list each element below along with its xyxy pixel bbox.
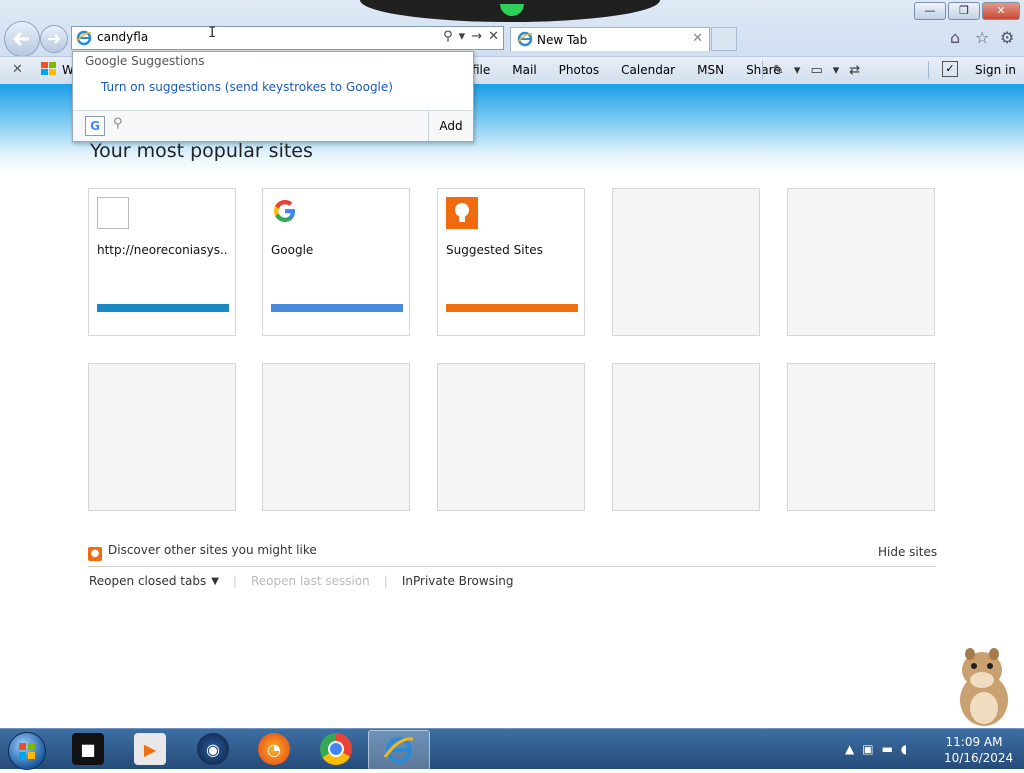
empty-site-tile <box>88 363 236 511</box>
link-mail[interactable]: Mail <box>512 63 536 77</box>
ie-taskbar-button[interactable] <box>368 730 430 770</box>
start-button[interactable] <box>8 732 46 770</box>
link-calendar[interactable]: Calendar <box>621 63 675 77</box>
search-provider-footer: G ⚲ Add <box>73 110 473 141</box>
clock[interactable]: 11:09 AM 10/16/2024 <box>944 734 1014 766</box>
back-button[interactable] <box>4 21 40 57</box>
favorites-links: file Mail Photos Calendar MSN Share <box>472 63 803 77</box>
ie-tab-icon <box>517 31 533 51</box>
site-tile[interactable]: http://neoreconiasys.... <box>88 188 236 336</box>
window-controls: — ❐ ✕ <box>914 2 1020 20</box>
empty-site-tile <box>787 363 935 511</box>
discover-text: Discover other sites you might like <box>108 543 317 557</box>
separator <box>928 61 929 79</box>
empty-site-tile <box>437 363 585 511</box>
magnifier-icon[interactable]: ⚲ <box>113 116 123 131</box>
clock-time: 11:09 AM <box>945 735 1003 749</box>
hamster-image <box>940 640 1020 728</box>
back-arrow-icon <box>13 32 29 46</box>
system-tray: ▲ ▣ ▬ ◖ <box>845 742 907 756</box>
text-cursor-icon: I <box>208 25 217 41</box>
home-icon[interactable]: ⌂ <box>950 28 960 47</box>
clock-date: 10/16/2024 <box>944 751 1014 765</box>
separator: | <box>383 574 388 588</box>
tab-new-tab[interactable]: New Tab ✕ <box>510 27 710 51</box>
favorites-star-icon[interactable]: ☆ <box>975 28 989 47</box>
tray-expand-icon[interactable]: ▲ <box>845 742 854 756</box>
reopen-last-session-link: Reopen last session <box>250 574 370 588</box>
close-bar-icon[interactable]: ✕ <box>12 62 23 77</box>
green-glow <box>500 4 524 16</box>
link-photos[interactable]: Photos <box>559 63 599 77</box>
site-tile[interactable]: Google <box>262 188 410 336</box>
empty-site-tile <box>787 188 935 336</box>
tab-label: New Tab <box>537 33 588 47</box>
blank-site-icon <box>97 197 129 229</box>
site-tile-bar <box>446 304 578 312</box>
chrome-icon[interactable] <box>320 733 352 765</box>
forward-arrow-icon <box>48 34 61 44</box>
checkbox-icon[interactable]: ✓ <box>942 61 958 77</box>
site-tile-name: Google <box>271 243 314 257</box>
hide-sites-link[interactable]: Hide sites <box>878 545 937 559</box>
site-tile-bar <box>271 304 403 312</box>
suggestions-dropdown: Google Suggestions Turn on suggestions (… <box>72 51 474 142</box>
ie-page-icon <box>76 30 92 50</box>
lightbulb-icon: ● <box>88 547 102 561</box>
restore-button[interactable]: ❐ <box>948 2 980 20</box>
firefox-icon[interactable]: ◔ <box>258 733 290 765</box>
separator <box>762 61 763 79</box>
stop-icon[interactable]: ✕ <box>488 29 499 44</box>
empty-site-tile <box>612 188 760 336</box>
go-icon[interactable]: → <box>471 29 482 44</box>
terminal-app-icon[interactable]: ■ <box>72 733 104 765</box>
internet-explorer-icon <box>383 737 414 763</box>
chevron-down-icon[interactable]: ▾ <box>794 63 801 78</box>
site-tile-name: Suggested Sites <box>446 243 543 257</box>
site-tile[interactable]: Suggested Sites <box>437 188 585 336</box>
gear-icon[interactable]: ⚙ <box>1000 28 1014 47</box>
separator: | <box>232 574 237 588</box>
forward-button[interactable] <box>40 25 68 53</box>
minimize-button[interactable]: — <box>914 2 946 20</box>
address-bar[interactable]: candyfla ⚲ ▾ → ✕ <box>71 26 504 50</box>
suggestions-header: Google Suggestions <box>85 54 205 68</box>
close-button[interactable]: ✕ <box>982 2 1020 20</box>
new-tab-button[interactable] <box>711 27 737 51</box>
google-provider-icon[interactable]: G <box>85 116 105 136</box>
site-tile-bar <box>97 304 229 312</box>
turn-on-suggestions-link[interactable]: Turn on suggestions (send keystrokes to … <box>101 80 393 94</box>
speaker-icon[interactable]: ◖ <box>901 742 907 756</box>
dropdown-icon[interactable]: ▾ <box>459 29 466 44</box>
lightbulb-icon <box>446 197 478 229</box>
globe-app-icon[interactable]: ◉ <box>197 733 229 765</box>
translate-icon[interactable]: ⇄ <box>849 63 860 78</box>
reopen-closed-tabs-link[interactable]: Reopen closed tabs <box>89 574 206 588</box>
address-input[interactable]: candyfla <box>97 30 148 44</box>
divider <box>88 566 936 567</box>
add-provider-button[interactable]: Add <box>428 111 473 141</box>
link-msn[interactable]: MSN <box>697 63 724 77</box>
monitor-icon[interactable]: ▬ <box>882 742 893 756</box>
feeds-icon[interactable]: ▭ <box>810 63 822 78</box>
page-title: Your most popular sites <box>90 140 313 162</box>
windows-logo-icon <box>41 62 57 80</box>
tab-close-icon[interactable]: ✕ <box>692 31 703 46</box>
discover-sites-link[interactable]: ● Discover other sites you might like <box>88 543 317 561</box>
chevron-down-icon[interactable]: ▾ <box>833 63 840 78</box>
network-icon[interactable]: ▣ <box>862 742 873 756</box>
search-icon[interactable]: ⚲ <box>443 29 453 44</box>
empty-site-tile <box>612 363 760 511</box>
link-profile[interactable]: file <box>472 63 490 77</box>
empty-site-tile <box>262 363 410 511</box>
chevron-down-icon[interactable]: ▼ <box>211 576 219 587</box>
add-to-favorites-bar-icon[interactable]: ✎ <box>773 63 784 78</box>
taskbar: ■ ▶ ◉ ◔ ▲ ▣ ▬ ◖ 11:09 AM 10/16/2024 <box>0 728 1024 770</box>
inprivate-browsing-link[interactable]: InPrivate Browsing <box>402 574 514 588</box>
site-tile-name: http://neoreconiasys.... <box>97 243 229 257</box>
sign-in-link[interactable]: Sign in <box>975 63 1016 77</box>
google-g-icon <box>271 197 303 229</box>
media-player-icon[interactable]: ▶ <box>134 733 166 765</box>
windows-logo-icon <box>19 743 35 759</box>
